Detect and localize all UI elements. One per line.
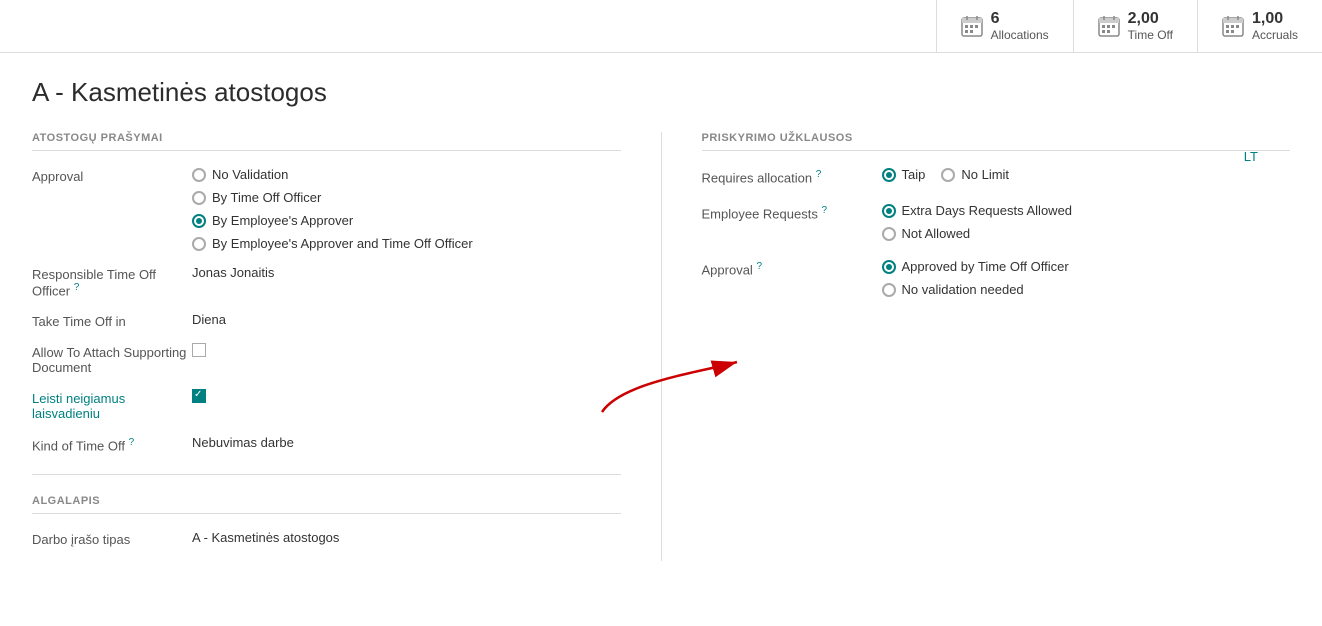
left-divider	[32, 474, 621, 475]
right-section-title: PRISKYRIMO UŽKLAUSOS	[702, 132, 1291, 151]
main-content: A - Kasmetinės atostogos LT ATOSTOGŲ PRA…	[0, 53, 1322, 585]
accruals-button[interactable]: 1,00 Accruals	[1197, 0, 1322, 52]
right-section: PRISKYRIMO UŽKLAUSOS Requires allocation…	[662, 132, 1291, 561]
calendar-icon	[961, 15, 983, 37]
employee-not-allowed-option[interactable]: Not Allowed	[882, 226, 1291, 241]
employee-requests-field-row: Employee Requests ? Extra Days Requests …	[702, 203, 1291, 241]
approval-option-employee-approver[interactable]: By Employee's Approver	[192, 213, 621, 228]
kind-field-row: Kind of Time Off ? Nebuvimas darbe	[32, 435, 621, 453]
requires-nolimit-label: No Limit	[961, 167, 1009, 182]
attach-checkbox[interactable]	[192, 343, 621, 360]
attach-field-row: Allow To Attach Supporting Document	[32, 343, 621, 375]
timeoff-calendar-icon	[1098, 15, 1120, 37]
allow-negative-field-row: Leisti neigiamus laisvadieniu	[32, 389, 621, 421]
requires-nolimit-option[interactable]: No Limit	[941, 167, 1009, 182]
approval-label: Approval	[32, 167, 192, 184]
radio-requires-nolimit	[941, 168, 955, 182]
top-bar: 6 Allocations 2,00 Time Off	[0, 0, 1322, 53]
take-timeoff-label: Take Time Off in	[32, 312, 192, 329]
right-approval-help-icon: ?	[756, 261, 762, 272]
allow-negative-checkbox-box	[192, 389, 206, 403]
requires-taip-label: Taip	[902, 167, 926, 182]
attach-label: Allow To Attach Supporting Document	[32, 343, 192, 375]
radio-not-allowed	[882, 227, 896, 241]
timeoff-label: Time Off	[1128, 28, 1173, 42]
attach-checkbox-box	[192, 343, 206, 357]
employee-requests-label: Employee Requests ?	[702, 203, 882, 221]
allow-negative-checkbox[interactable]	[192, 389, 621, 406]
allow-negative-label: Leisti neigiamus laisvadieniu	[32, 389, 192, 421]
left-section: ATOSTOGŲ PRAŠYMAI Approval No Validation…	[32, 132, 662, 561]
approval-option-both-label: By Employee's Approver and Time Off Offi…	[212, 236, 473, 251]
employee-requests-radio-group: Extra Days Requests Allowed Not Allowed	[882, 203, 1291, 241]
approval-option-time-off-officer-label: By Time Off Officer	[212, 190, 321, 205]
approval-radio-group: No Validation By Time Off Officer By Emp…	[192, 167, 621, 251]
radio-requires-taip	[882, 168, 896, 182]
darbo-value: A - Kasmetinės atostogos	[192, 530, 621, 545]
responsible-label: Responsible Time Off Officer ?	[32, 265, 192, 298]
allocations-label: Allocations	[991, 28, 1049, 42]
radio-no-validation	[192, 168, 206, 182]
approval-option-time-off-officer[interactable]: By Time Off Officer	[192, 190, 621, 205]
kind-label: Kind of Time Off ?	[32, 435, 192, 453]
no-validation-needed-option[interactable]: No validation needed	[882, 282, 1291, 297]
allocations-button[interactable]: 6 Allocations	[936, 0, 1073, 52]
radio-no-validation-needed	[882, 283, 896, 297]
right-approval-field-row: Approval ? Approved by Time Off Officer …	[702, 259, 1291, 297]
employee-extra-days-label: Extra Days Requests Allowed	[902, 203, 1073, 218]
responsible-value: Jonas Jonaitis	[192, 265, 621, 280]
requires-help-icon: ?	[816, 169, 822, 180]
radio-time-off-officer	[192, 191, 206, 205]
timeoff-button[interactable]: 2,00 Time Off	[1073, 0, 1197, 52]
no-validation-needed-label: No validation needed	[902, 282, 1024, 297]
responsible-field-row: Responsible Time Off Officer ? Jonas Jon…	[32, 265, 621, 298]
timeoff-count: 2,00	[1128, 10, 1173, 28]
requires-taip-option[interactable]: Taip	[882, 167, 926, 182]
accruals-calendar-icon	[1222, 15, 1244, 37]
approval-field-row: Approval No Validation By Time Off Offic…	[32, 167, 621, 251]
take-timeoff-value: Diena	[192, 312, 621, 327]
page-title: A - Kasmetinės atostogos	[32, 77, 1290, 108]
employee-extra-days-option[interactable]: Extra Days Requests Allowed	[882, 203, 1291, 218]
requires-radio-group: Taip No Limit	[882, 167, 1291, 182]
darbo-label: Darbo įrašo tipas	[32, 530, 192, 547]
approval-option-both[interactable]: By Employee's Approver and Time Off Offi…	[192, 236, 621, 251]
darbo-field-row: Darbo įrašo tipas A - Kasmetinės atostog…	[32, 530, 621, 547]
approved-time-off-officer-label: Approved by Time Off Officer	[902, 259, 1069, 274]
algalapis-section-title: ALGALAPIS	[32, 495, 621, 514]
approval-option-employee-approver-label: By Employee's Approver	[212, 213, 353, 228]
kind-value: Nebuvimas darbe	[192, 435, 621, 450]
radio-extra-days	[882, 204, 896, 218]
accruals-label: Accruals	[1252, 28, 1298, 42]
responsible-help-icon: ?	[74, 282, 80, 293]
radio-employee-approver	[192, 214, 206, 228]
approved-by-time-off-officer-option[interactable]: Approved by Time Off Officer	[882, 259, 1291, 274]
requires-field-row: Requires allocation ? Taip No Limit	[702, 167, 1291, 185]
approval-option-no-validation[interactable]: No Validation	[192, 167, 621, 182]
take-timeoff-field-row: Take Time Off in Diena	[32, 312, 621, 329]
right-approval-label: Approval ?	[702, 259, 882, 277]
employee-not-allowed-label: Not Allowed	[902, 226, 971, 241]
content-wrapper: ATOSTOGŲ PRAŠYMAI Approval No Validation…	[32, 132, 1290, 561]
radio-approved-time-off-officer	[882, 260, 896, 274]
requires-label: Requires allocation ?	[702, 167, 882, 185]
kind-help-icon: ?	[129, 437, 135, 448]
approval-option-no-validation-label: No Validation	[212, 167, 288, 182]
accruals-count: 1,00	[1252, 10, 1298, 28]
left-section-title: ATOSTOGŲ PRAŠYMAI	[32, 132, 621, 151]
right-approval-radio-group: Approved by Time Off Officer No validati…	[882, 259, 1291, 297]
employee-help-icon: ?	[821, 205, 827, 216]
radio-both	[192, 237, 206, 251]
allocations-count: 6	[991, 10, 1049, 28]
